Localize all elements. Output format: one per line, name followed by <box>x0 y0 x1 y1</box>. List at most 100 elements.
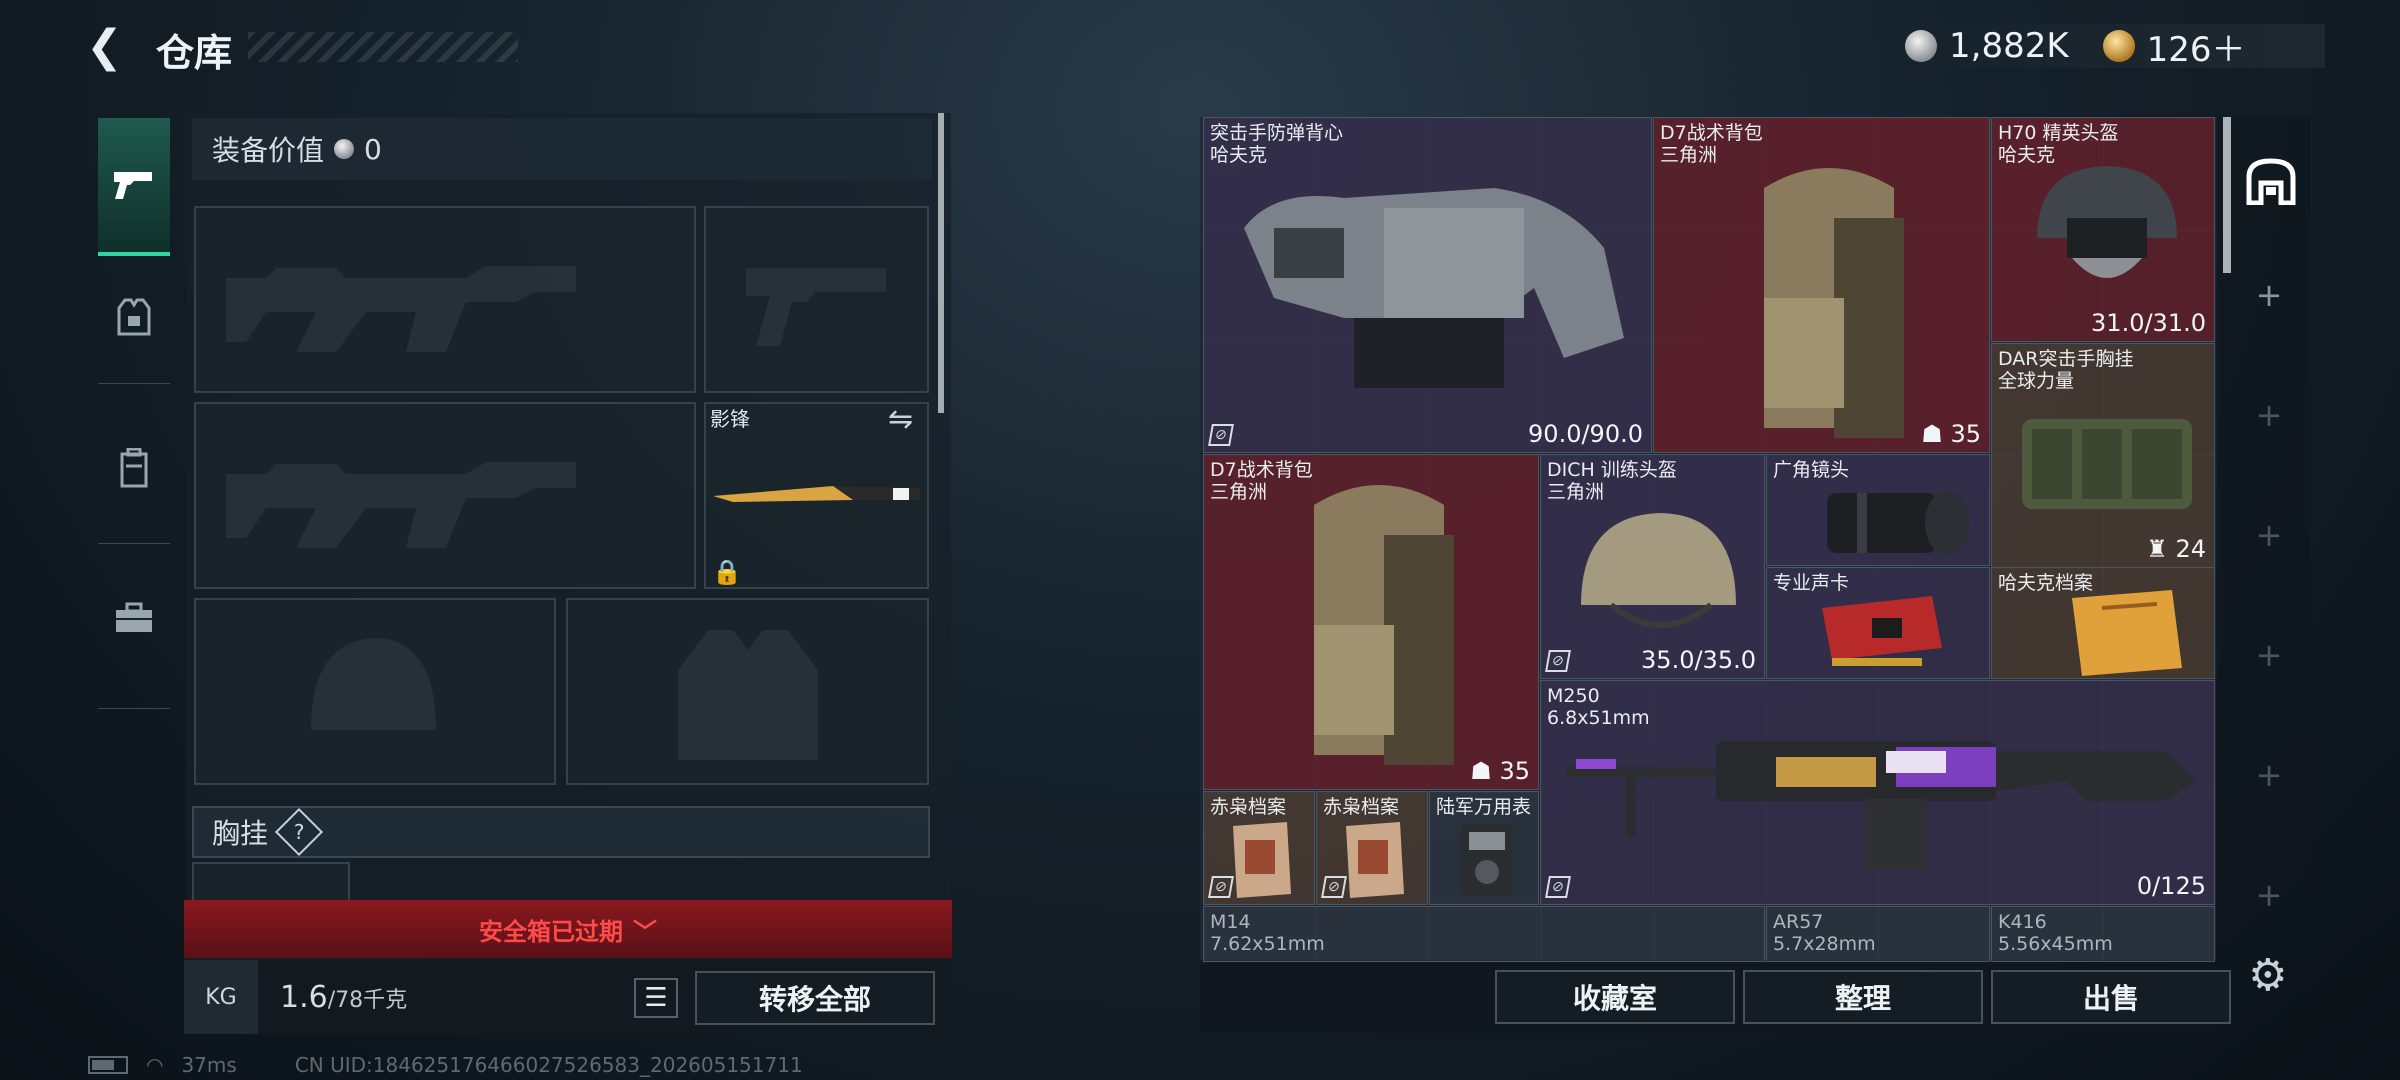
tab-armor[interactable] <box>98 258 170 378</box>
equipment-value: 装备价值 0 <box>192 118 932 180</box>
chest-rig-label: 胸挂 <box>212 817 269 850</box>
stash-item[interactable]: D7战术背包 三角洲 ☗ 35 <box>1203 454 1539 790</box>
item-durability: 31.0/31.0 <box>2091 309 2206 337</box>
status-bar: ◠ 37ms CN UID:184625176466027526583_2026… <box>88 1052 988 1078</box>
swap-icon[interactable]: ⇋ <box>888 402 913 437</box>
no-repair-icon: ⊘ <box>1208 876 1234 898</box>
armor-vest-icon <box>117 298 151 336</box>
lock-icon: 🔒 <box>712 558 742 586</box>
stash-item[interactable]: 专业声卡 <box>1766 567 1990 679</box>
tab-weapons[interactable] <box>98 118 170 256</box>
tab-divider <box>98 383 170 384</box>
weight-value: 1.6/78千克 <box>280 980 407 1015</box>
add-page-icon[interactable]: + <box>2254 276 2284 314</box>
pistol-silhouette-icon <box>746 268 886 346</box>
help-icon[interactable]: ? <box>274 807 324 857</box>
pistol-icon <box>114 172 152 199</box>
tab-backpack[interactable] <box>98 408 170 528</box>
header-bar: ❮ 仓库 1,882K 126＋ <box>0 0 2400 100</box>
chest-rig-image <box>2022 419 2192 509</box>
item-name: 赤枭档案 <box>1210 796 1287 818</box>
item-capacity: ☗ 35 <box>1470 757 1530 785</box>
stash-item[interactable]: DICH 训练头盔 三角洲 ⊘ 35.0/35.0 <box>1540 454 1765 679</box>
uid-text: CN UID:184625176466027526583_20260515171… <box>294 1053 803 1077</box>
no-repair-icon: ⊘ <box>1321 876 1347 898</box>
helmet-image <box>2037 166 2177 278</box>
equip-value-amount: 0 <box>364 132 382 166</box>
armor-slot[interactable] <box>566 598 929 785</box>
category-tab-bar <box>88 108 180 713</box>
safe-box-expired-banner[interactable]: 安全箱已过期 ﹀ <box>184 900 952 958</box>
helmet-slot[interactable] <box>194 598 556 785</box>
helmet-silhouette-icon <box>311 638 436 730</box>
dossier-image <box>1233 822 1291 898</box>
silver-coin-icon <box>1905 30 1937 62</box>
item-name: M14 7.62x51mm <box>1210 911 1325 955</box>
equip-value-label: 装备价值 <box>212 134 325 167</box>
stash-item[interactable]: DAR突击手胸挂 全球力量 ♜ 24 <box>1991 343 2215 568</box>
item-name: 陆军万用表 <box>1436 796 1532 818</box>
page-title: 仓库 <box>156 31 233 75</box>
stash-item[interactable]: 突击手防弹背心 哈夫克 ⊘ 90.0/90.0 <box>1203 117 1652 453</box>
secondary-weapon-slot[interactable] <box>194 402 696 589</box>
primary-weapon-slot[interactable] <box>194 206 696 393</box>
item-name: K416 5.56x45mm <box>1998 911 2113 955</box>
dossier-image <box>2072 590 2182 676</box>
tab-tools[interactable] <box>98 558 170 678</box>
sort-button[interactable]: 整理 <box>1743 970 1983 1024</box>
stash-page-icon[interactable] <box>2232 117 2310 245</box>
ping-text: 37ms <box>181 1053 237 1077</box>
helmet-image <box>1581 513 1736 628</box>
warehouse-icon <box>2246 158 2296 205</box>
collection-room-button[interactable]: 收藏室 <box>1495 970 1735 1024</box>
armor-vest-image <box>1244 188 1624 388</box>
stash-item[interactable]: AR57 5.7x28mm <box>1766 906 1990 962</box>
no-repair-icon: ⊘ <box>1208 424 1234 446</box>
stash-item[interactable]: H70 精英头盔 哈夫克 31.0/31.0 <box>1991 117 2215 342</box>
stash-item[interactable]: D7战术背包 三角洲 ☗ 35 <box>1653 117 1990 453</box>
stash-scrollbar[interactable] <box>2223 117 2231 273</box>
add-page-icon: + <box>2255 636 2283 674</box>
item-name: AR57 5.7x28mm <box>1773 911 1876 955</box>
stash-item[interactable]: 赤枭档案 ⊘ <box>1316 791 1428 905</box>
stash-item[interactable]: M250 6.8x51mm ⊘ 0/125 <box>1540 680 2215 905</box>
vest-silhouette-icon <box>678 630 818 760</box>
backpack-image <box>1764 168 1904 438</box>
sell-button[interactable]: 出售 <box>1991 970 2231 1024</box>
stash-item[interactable]: 哈夫克档案 <box>1991 567 2215 679</box>
stash-item[interactable]: 广角镜头 <box>1766 454 1990 566</box>
item-durability: 35.0/35.0 <box>1641 646 1756 674</box>
transfer-all-button[interactable]: 转移全部 <box>695 971 935 1025</box>
safe-box-expired-text: 安全箱已过期 <box>479 917 623 946</box>
weight-current: 1.6 <box>280 979 328 1015</box>
gold-amount[interactable]: 126＋ <box>2147 22 2246 71</box>
weight-capacity: /78千克 <box>327 987 408 1013</box>
stash-item[interactable]: 陆军万用表 <box>1429 791 1539 905</box>
knife-image <box>713 486 920 502</box>
item-capacity: ☗ 35 <box>1921 420 1981 448</box>
stash-item[interactable]: M14 7.62x51mm <box>1203 906 1765 962</box>
item-ammo: 0/125 <box>2136 872 2206 900</box>
back-arrow-icon[interactable]: ❮ <box>86 24 132 70</box>
add-page-icon: + <box>2255 396 2283 434</box>
title-decoration <box>248 32 518 62</box>
pistol-slot[interactable] <box>704 206 929 393</box>
add-page-icon: + <box>2255 756 2283 794</box>
item-capacity: ♜ 24 <box>2146 535 2206 563</box>
stash-item[interactable]: 赤枭档案 ⊘ <box>1203 791 1315 905</box>
camera-lens-image <box>1827 491 1969 555</box>
rifle-silhouette-icon <box>226 266 576 352</box>
backpack-image <box>1314 485 1454 765</box>
weight-kg-icon: KG <box>184 960 258 1034</box>
chest-rig-slot[interactable] <box>192 862 350 902</box>
add-page-icon: + <box>2255 516 2283 554</box>
item-name: 突击手防弹背心 哈夫克 <box>1210 122 1344 166</box>
list-view-icon[interactable]: ☰ <box>634 978 678 1018</box>
loadout-scrollbar[interactable] <box>938 113 944 413</box>
knife-name: 影锋 <box>710 407 750 431</box>
add-page-icon: + <box>2255 876 2283 914</box>
battery-icon <box>88 1056 128 1074</box>
gear-icon[interactable]: ⚙ <box>2248 950 2287 1001</box>
toolbox-icon <box>116 602 152 632</box>
stash-item[interactable]: K416 5.56x45mm <box>1991 906 2215 962</box>
